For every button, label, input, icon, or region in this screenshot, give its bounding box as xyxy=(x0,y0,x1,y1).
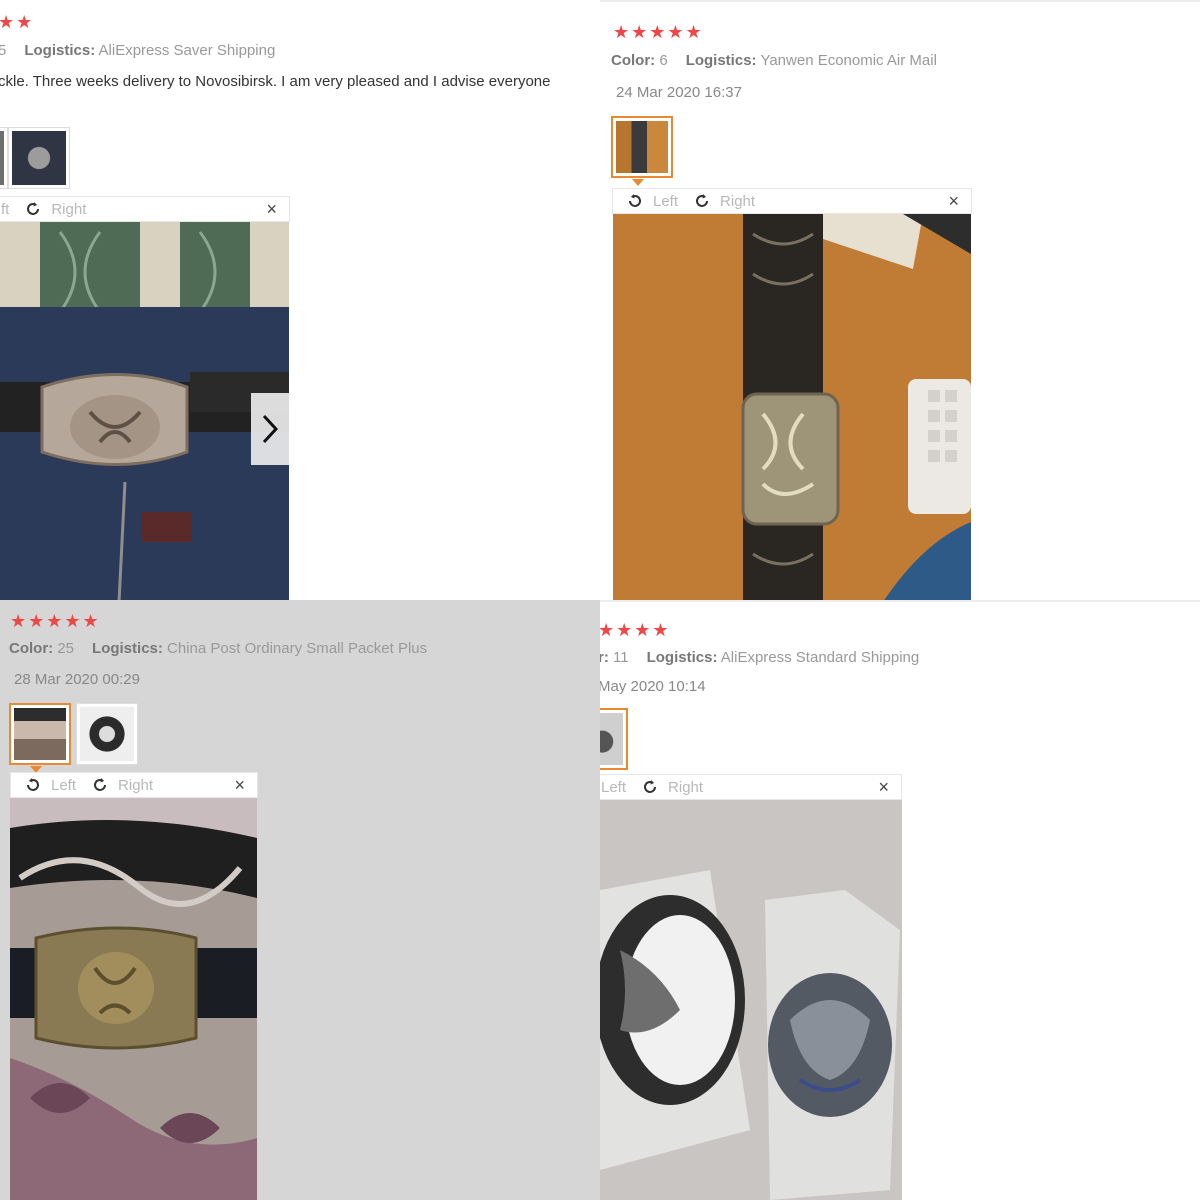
color-label: r: xyxy=(600,649,609,666)
color-label: Color: xyxy=(611,52,656,69)
color-value: 11 xyxy=(613,649,629,666)
image-toolbar: Left Right × xyxy=(600,774,902,800)
rotate-right-icon xyxy=(644,780,657,793)
logistics-value: AliExpress Saver Shipping xyxy=(98,42,276,59)
rotate-right-icon xyxy=(94,778,107,791)
rating-stars: ★★★★★ xyxy=(613,22,704,42)
rotate-left-icon xyxy=(629,194,641,207)
close-icon[interactable]: × xyxy=(878,777,889,798)
color-label: Color: xyxy=(9,640,54,657)
rotate-right-button[interactable]: Right xyxy=(640,777,703,797)
review-date: 28 Mar 2020 00:29 xyxy=(14,671,140,688)
close-icon[interactable]: × xyxy=(234,775,245,796)
close-icon[interactable]: × xyxy=(948,191,959,212)
logistics-label: Logistics: xyxy=(24,42,96,59)
rotate-right-icon xyxy=(27,202,40,215)
review-meta: 5 Logistics: AliExpress Saver Shipping xyxy=(0,42,275,59)
review-photo xyxy=(600,800,902,1200)
review-photo xyxy=(613,214,971,600)
review-meta: Color: 25 Logistics: China Post Ordinary … xyxy=(9,640,427,657)
rotate-right-button[interactable]: Right xyxy=(23,199,86,219)
review-feedback: ckle. Three weeks delivery to Novosibirs… xyxy=(0,73,551,90)
rotate-left-button[interactable]: Left xyxy=(23,775,76,795)
review-thumbnail[interactable] xyxy=(600,708,628,770)
chevron-right-icon xyxy=(262,414,279,444)
rotate-right-label: Right xyxy=(668,778,704,796)
rotate-right-button[interactable]: Right xyxy=(692,191,755,211)
review-thumbnail[interactable] xyxy=(9,703,71,765)
rating-stars: ★★ xyxy=(0,12,35,32)
image-toolbar: ft Right × xyxy=(0,196,290,222)
review-panel-4: ★★★★ r: 11 Logistics: AliExpress Standard… xyxy=(600,600,1200,1200)
rotate-left-button[interactable]: Left xyxy=(625,191,678,211)
rotate-left-icon xyxy=(27,778,39,791)
review-date: May 2020 10:14 xyxy=(600,678,706,695)
rotate-left-button[interactable]: Left xyxy=(601,779,626,796)
close-icon[interactable]: × xyxy=(266,199,277,220)
active-thumb-pointer xyxy=(632,179,644,186)
logistics-value: AliExpress Standard Shipping xyxy=(720,649,920,666)
rotate-left-label: ft xyxy=(1,200,10,218)
color-value: 25 xyxy=(57,640,75,657)
rating-stars: ★★★★★ xyxy=(10,611,101,631)
color-value: 6 xyxy=(659,52,668,69)
review-photo xyxy=(0,222,289,600)
review-meta: Color: 6 Logistics: Yanwen Economic Air M… xyxy=(611,52,937,69)
rotate-right-icon xyxy=(696,194,709,207)
color-value: 5 xyxy=(0,42,7,59)
rotate-right-label: Right xyxy=(51,200,87,218)
logistics-value: China Post Ordinary Small Packet Plus xyxy=(167,640,428,657)
logistics-value: Yanwen Economic Air Mail xyxy=(760,52,937,69)
logistics-label: Logistics: xyxy=(685,52,757,69)
rotate-right-label: Right xyxy=(720,192,756,210)
review-meta: r: 11 Logistics: AliExpress Standard Ship… xyxy=(600,649,919,666)
image-toolbar: Left Right × xyxy=(10,772,258,798)
logistics-label: Logistics: xyxy=(92,640,163,657)
rotate-right-button[interactable]: Right xyxy=(90,775,153,795)
logistics-label: Logistics: xyxy=(646,649,718,666)
review-date: 24 Mar 2020 16:37 xyxy=(616,84,742,101)
rotate-left-button[interactable]: ft xyxy=(1,201,9,218)
rotate-left-label: Left xyxy=(601,778,627,796)
rating-stars: ★★★★ xyxy=(600,620,671,640)
rotate-right-label: Right xyxy=(118,776,154,794)
review-thumbnail[interactable] xyxy=(8,127,70,189)
image-toolbar: Left Right × xyxy=(612,188,972,214)
review-thumbnail[interactable] xyxy=(76,703,138,765)
review-thumbnail[interactable] xyxy=(611,116,673,178)
review-panel-1: ★★ 5 Logistics: AliExpress Saver Shipping… xyxy=(0,0,600,600)
review-thumbnail[interactable] xyxy=(0,127,8,189)
review-photo xyxy=(10,798,257,1200)
rotate-left-label: Left xyxy=(653,192,679,210)
rotate-left-label: Left xyxy=(51,776,77,794)
next-image-button[interactable] xyxy=(251,393,289,465)
review-panel-3: ★★★★★ Color: 25 Logistics: China Post Ord… xyxy=(0,600,600,1200)
review-panel-2: ★★★★★ Color: 6 Logistics: Yanwen Economic… xyxy=(600,0,1200,600)
